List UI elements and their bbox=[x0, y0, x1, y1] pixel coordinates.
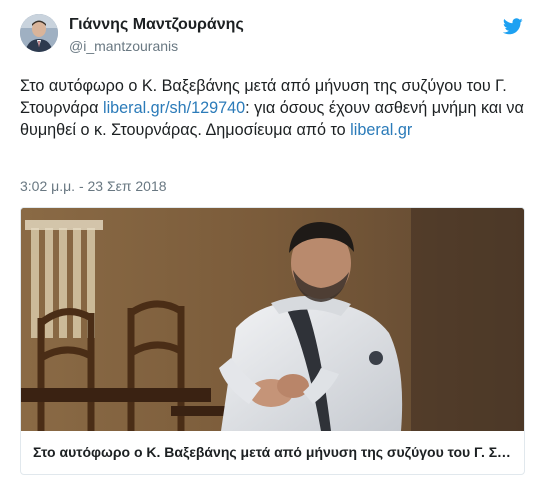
tweet-timestamp[interactable]: 3:02 μ.μ. - 23 Σεπ 2018 bbox=[20, 178, 167, 194]
tweet-embed: Γιάννης Μαντζουράνης @i_mantzouranis Στο… bbox=[0, 0, 541, 495]
author-handle[interactable]: @i_mantzouranis bbox=[69, 38, 178, 54]
author-display-name[interactable]: Γιάννης Μαντζουράνης bbox=[69, 16, 244, 34]
tweet-link-short[interactable]: liberal.gr/sh/129740 bbox=[103, 99, 245, 117]
card-image[interactable] bbox=[21, 208, 524, 431]
tweet-text: Στο αυτόφωρο ο Κ. Βαξεβάνης μετά από μήν… bbox=[20, 75, 525, 141]
author-avatar[interactable] bbox=[20, 14, 58, 52]
link-preview-card[interactable]: Στο αυτόφωρο ο Κ. Βαξεβάνης μετά από μήν… bbox=[20, 207, 525, 475]
card-title[interactable]: Στο αυτόφωρο ο Κ. Βαξεβάνης μετά από μήν… bbox=[33, 444, 513, 460]
tweet-link-source[interactable]: liberal.gr bbox=[350, 121, 412, 139]
twitter-bird-icon[interactable] bbox=[502, 18, 523, 35]
